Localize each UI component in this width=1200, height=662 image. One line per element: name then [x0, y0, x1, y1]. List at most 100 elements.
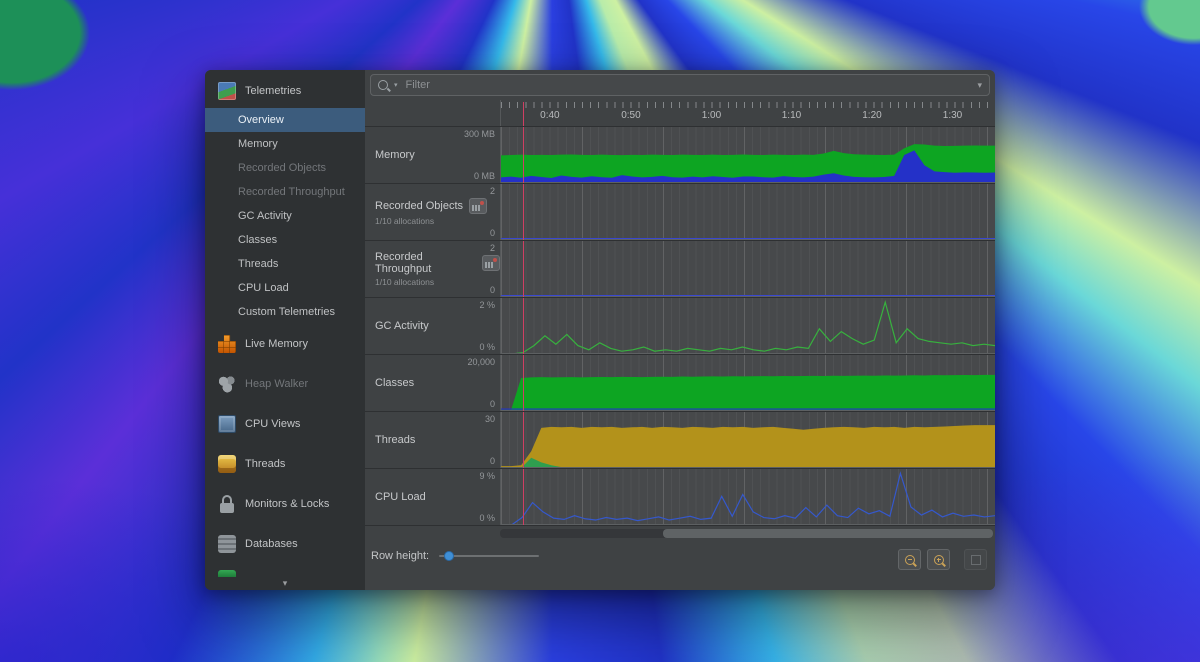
slider-thumb[interactable] — [444, 551, 454, 561]
row-chart-area[interactable] — [500, 298, 995, 354]
sidebar-item-label: Live Memory — [245, 338, 308, 350]
sidebar-items: Telemetries Overview Memory Recorded Object… — [205, 74, 365, 564]
sidebar-item-gc-activity[interactable]: GC Activity — [205, 204, 365, 228]
row-title: Classes — [375, 377, 414, 389]
sidebar-item-classes[interactable]: Classes — [205, 228, 365, 252]
row-label-cell: Recorded Throughput 1/10 allocations 2 0 — [365, 241, 500, 297]
timeline-label: 1:20 — [862, 110, 881, 121]
telemetry-rows: Memory300 MB0 MBRecorded Objects1/10 all… — [365, 126, 995, 525]
record-telemetry-icon[interactable] — [482, 255, 500, 271]
telemetry-row-cpu-load[interactable]: CPU Load 9 % 0 % — [365, 468, 995, 525]
time-marker — [523, 241, 524, 297]
zoom-in-button[interactable] — [927, 549, 950, 570]
row-label-cell: Classes 20,000 0 — [365, 355, 500, 411]
filter-dropdown-arrow[interactable]: ▾ — [973, 80, 982, 91]
sidebar-item-databases[interactable]: Databases — [205, 524, 365, 564]
sidebar-item-label: GC Activity — [238, 210, 292, 222]
row-title: CPU Load — [375, 491, 426, 503]
sidebar-item-monitors-locks[interactable]: Monitors & Locks — [205, 484, 365, 524]
sidebar-scroll-more[interactable]: ▾ — [205, 577, 365, 590]
sidebar-item-label: Threads — [238, 258, 278, 270]
sidebar-item-label: CPU Views — [245, 418, 300, 430]
row-max-value: 2 — [490, 243, 495, 253]
search-options-caret[interactable]: ▾ — [394, 81, 398, 89]
time-marker — [523, 298, 524, 354]
timeline-label: 1:10 — [782, 110, 801, 121]
row-max-value: 300 MB — [464, 129, 495, 139]
sidebar-item-label: Overview — [238, 114, 284, 126]
sidebar-item-label: Telemetries — [245, 85, 301, 97]
sidebar-item-threads[interactable]: Threads — [205, 252, 365, 276]
sidebar-item-label: Classes — [238, 234, 277, 246]
row-height-slider[interactable] — [439, 549, 539, 563]
cpu-views-icon — [218, 415, 236, 433]
telemetries-icon — [218, 82, 236, 100]
row-min-value: 0 — [490, 285, 495, 295]
sidebar-item-label: CPU Load — [238, 282, 289, 294]
row-label-cell: Memory300 MB0 MB — [365, 127, 500, 183]
sidebar-item-recorded-objects[interactable]: Recorded Objects — [205, 156, 365, 180]
row-label-cell: GC Activity2 %0 % — [365, 298, 500, 354]
time-marker[interactable] — [523, 102, 524, 126]
telemetry-row-recorded-throughput[interactable]: Recorded Throughput 1/10 allocations 2 0 — [365, 240, 995, 297]
scrollbar-thumb[interactable] — [663, 529, 993, 538]
sidebar-item-telemetries[interactable]: Telemetries — [205, 74, 365, 108]
sidebar-item-custom-telemetries[interactable]: Custom Telemetries — [205, 300, 365, 324]
row-chart-area[interactable] — [500, 355, 995, 411]
row-sublabel: 1/10 allocations — [375, 216, 500, 226]
sidebar-item-recorded-throughput[interactable]: Recorded Throughput — [205, 180, 365, 204]
row-height-label: Row height: — [371, 549, 429, 562]
row-min-value: 0 MB — [474, 171, 495, 181]
zoom-out-button[interactable] — [898, 549, 921, 570]
filter-input-wrapper[interactable]: ▾ ▾ — [370, 74, 990, 96]
telemetry-row-classes[interactable]: Classes 20,000 0 — [365, 354, 995, 411]
sidebar-item-label: Custom Telemetries — [238, 306, 335, 318]
time-marker — [523, 355, 524, 411]
row-min-value: 0 — [490, 456, 495, 466]
sidebar-item-label: Recorded Objects — [238, 162, 326, 174]
telemetry-row-memory[interactable]: Memory300 MB0 MB — [365, 126, 995, 183]
row-min-value: 0 % — [479, 513, 495, 523]
telemetry-row-recorded-objects[interactable]: Recorded Objects1/10 allocations20 — [365, 183, 995, 240]
sidebar-item-heap-walker[interactable]: Heap Walker — [205, 364, 365, 404]
filter-bar: ▾ ▾ — [365, 70, 995, 100]
fit-icon — [971, 555, 981, 565]
sidebar-item-threads[interactable]: Threads — [205, 444, 365, 484]
sidebar-item-label: Memory — [238, 138, 278, 150]
sidebar-item-live-memory[interactable]: Live Memory — [205, 324, 365, 364]
heap-walker-icon — [218, 375, 236, 393]
scrollbar-track[interactable] — [500, 529, 993, 538]
row-min-value: 0 — [490, 399, 495, 409]
fit-button[interactable] — [964, 549, 987, 570]
record-telemetry-icon[interactable] — [469, 198, 487, 214]
sidebar-item-label: Threads — [245, 458, 285, 470]
telemetry-row-gc-activity[interactable]: GC Activity2 %0 % — [365, 297, 995, 354]
filter-input[interactable] — [404, 78, 968, 92]
row-chart-area[interactable] — [500, 412, 995, 468]
time-marker — [523, 184, 524, 240]
sidebar: Telemetries Overview Memory Recorded Object… — [205, 70, 365, 590]
sidebar-item-cpu-load[interactable]: CPU Load — [205, 276, 365, 300]
sidebar-item-label: Monitors & Locks — [245, 498, 329, 510]
row-max-value: 9 % — [479, 471, 495, 481]
row-label-cell: CPU Load 9 % 0 % — [365, 469, 500, 525]
row-sublabel: 1/10 allocations — [375, 277, 500, 287]
time-marker — [523, 127, 524, 183]
timeline-label: 1:30 — [943, 110, 962, 121]
sidebar-item-label: Databases — [245, 538, 298, 550]
telemetry-row-threads[interactable]: Threads300 — [365, 411, 995, 468]
row-title: GC Activity — [375, 320, 429, 332]
row-title: Recorded Throughput — [375, 251, 476, 275]
row-chart-area[interactable] — [500, 241, 995, 297]
timeline-header: 0:400:501:001:101:201:30 — [365, 100, 995, 126]
row-max-value: 20,000 — [467, 357, 495, 367]
main-panel: ▾ ▾ 0:400:501:001:101:201:30 Memory300 M… — [365, 70, 995, 590]
row-max-value: 2 % — [479, 300, 495, 310]
row-chart-area[interactable] — [500, 469, 995, 525]
timeline-ruler[interactable]: 0:400:501:001:101:201:30 — [500, 100, 995, 126]
sidebar-item-memory[interactable]: Memory — [205, 132, 365, 156]
sidebar-item-overview[interactable]: Overview — [205, 108, 365, 132]
row-chart-area[interactable] — [500, 184, 995, 240]
sidebar-item-cpu-views[interactable]: CPU Views — [205, 404, 365, 444]
row-chart-area[interactable] — [500, 127, 995, 183]
